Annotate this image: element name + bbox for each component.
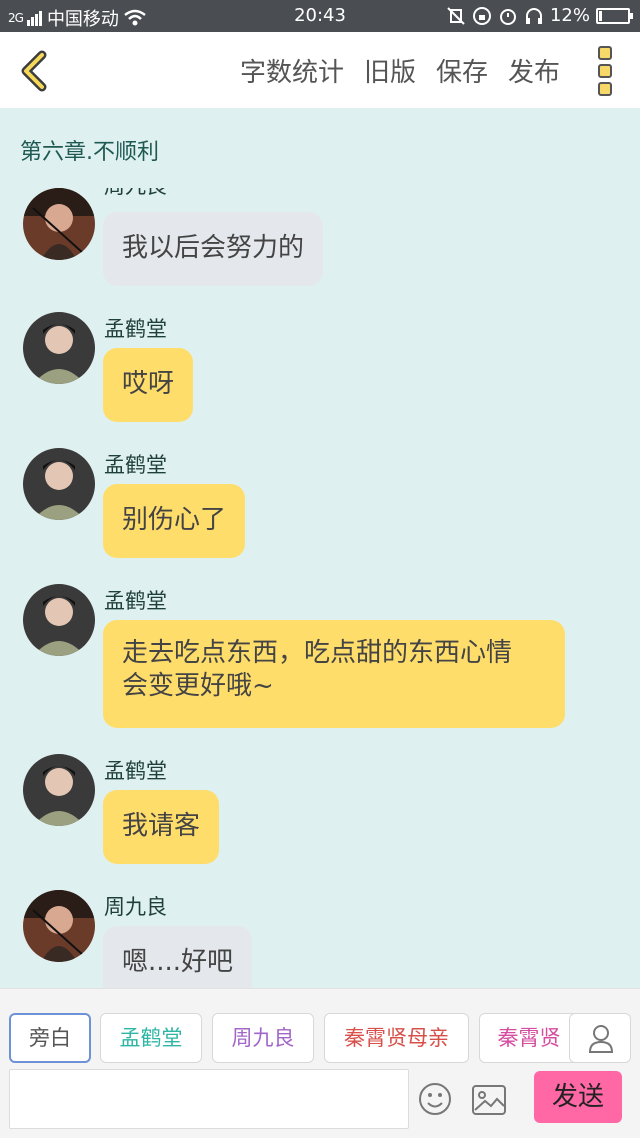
mute-vibrate-icon (447, 6, 465, 25)
status-right: 12% (446, 5, 633, 26)
message-bubble[interactable]: 别伤心了 (103, 484, 246, 558)
toolbar-actions: 字数统计 旧版 保存 发布 (240, 52, 560, 89)
status-bar: 2G 中国移动 20:43 12% (0, 0, 640, 32)
user-icon (588, 1025, 614, 1053)
message-bubble[interactable]: 我请客 (103, 790, 220, 864)
old-version-button[interactable]: 旧版 (364, 52, 416, 89)
role-chip-narrator[interactable]: 旁白 (9, 1013, 91, 1063)
message-bubble[interactable]: 嗯....好吧 (103, 926, 253, 988)
back-arrow-icon[interactable] (16, 50, 52, 92)
avatar[interactable] (23, 312, 95, 384)
sender-name: 孟鹤堂 (104, 453, 167, 477)
avatar[interactable] (23, 890, 95, 962)
sender-name: 周九良 (104, 895, 167, 919)
message-bubble[interactable]: 我以后会努力的 (103, 212, 324, 286)
avatar[interactable] (23, 754, 95, 826)
publish-button[interactable]: 发布 (508, 52, 560, 89)
battery-percent: 12% (549, 5, 590, 26)
compose-panel: 旁白 孟鹤堂 周九良 秦霄贤母亲 秦霄贤 发送 (0, 988, 640, 1138)
save-button[interactable]: 保存 (436, 52, 488, 89)
editor-toolbar: 字数统计 旧版 保存 发布 (0, 32, 640, 108)
battery-icon (596, 7, 633, 24)
message-bubble[interactable]: 哎呀 (103, 348, 194, 422)
send-button[interactable]: 发送 (534, 1071, 622, 1123)
message-bubble[interactable]: 走去吃点东西，吃点甜的东西心情 会变更好哦~ (103, 620, 565, 728)
add-role-button[interactable] (569, 1013, 631, 1063)
message-list[interactable]: 周九良 我以后会努力的 孟鹤堂 哎呀 孟鹤堂 别伤心了 孟鹤堂 走去吃点东西，吃… (0, 188, 640, 988)
sender-name: 周九良 (104, 188, 167, 200)
avatar[interactable] (23, 188, 95, 260)
emoji-icon[interactable] (418, 1082, 452, 1116)
role-selector: 旁白 孟鹤堂 周九良 秦霄贤母亲 秦霄贤 (0, 1013, 640, 1063)
word-count-button[interactable]: 字数统计 (240, 52, 344, 89)
lock-rotation-icon (472, 6, 491, 25)
sender-name: 孟鹤堂 (104, 589, 167, 613)
headphones-icon (525, 7, 542, 24)
role-chip[interactable]: 秦霄贤母亲 (324, 1013, 469, 1063)
role-chip[interactable]: 秦霄贤 (479, 1013, 579, 1063)
sender-name: 孟鹤堂 (104, 317, 167, 341)
avatar[interactable] (23, 448, 95, 520)
alarm-icon (499, 8, 516, 25)
battery-level (599, 10, 602, 21)
more-vertical-icon[interactable] (598, 46, 614, 96)
role-chip[interactable]: 孟鹤堂 (100, 1013, 202, 1063)
image-icon[interactable] (471, 1084, 507, 1116)
message-input[interactable] (9, 1069, 409, 1129)
avatar[interactable] (23, 584, 95, 656)
sender-name: 孟鹤堂 (104, 759, 167, 783)
role-chip[interactable]: 周九良 (212, 1013, 314, 1063)
chapter-title: 第六章.不顺利 (20, 140, 159, 165)
